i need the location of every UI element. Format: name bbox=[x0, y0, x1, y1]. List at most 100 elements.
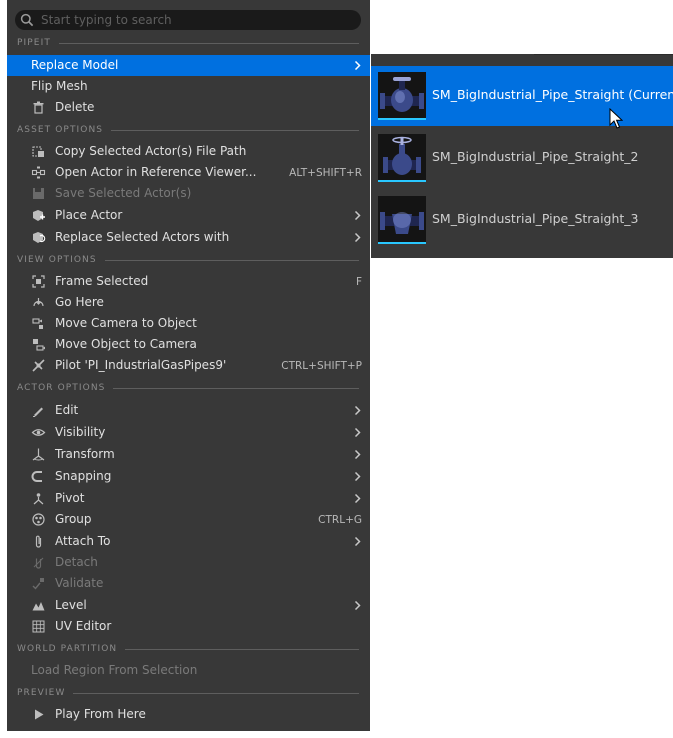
model-option-sm-bigindustrial-pipe-straight-current[interactable]: SM_BigIndustrial_Pipe_Straight (Current) bbox=[371, 66, 673, 126]
menu-item-replace-selected-actors-with[interactable]: Replace Selected Actors with bbox=[7, 227, 370, 248]
section-label: VIEW OPTIONS bbox=[17, 255, 97, 265]
model-option-sm-bigindustrial-pipe-straight-2[interactable]: SM_BigIndustrial_Pipe_Straight_2 bbox=[371, 128, 673, 188]
section-header-view-options: VIEW OPTIONS bbox=[17, 254, 359, 266]
menu-item-label: Move Object to Camera bbox=[55, 337, 197, 351]
menu-item-move-object-to-camera[interactable]: Move Object to Camera bbox=[7, 334, 370, 355]
menu-item-group[interactable]: Group CTRL+G bbox=[7, 509, 370, 530]
chevron-right-icon bbox=[354, 471, 361, 482]
shortcut-label: CTRL+G bbox=[318, 514, 362, 526]
menu-item-attach-to[interactable]: Attach To bbox=[7, 531, 370, 552]
menu-item-label: Edit bbox=[55, 403, 79, 417]
model-option-label: SM_BigIndustrial_Pipe_Straight_3 bbox=[432, 211, 639, 226]
chevron-right-icon bbox=[354, 449, 361, 460]
chevron-right-icon bbox=[354, 210, 361, 221]
section-divider bbox=[125, 649, 359, 650]
menu-item-open-actor-in-reference-viewer[interactable]: Open Actor in Reference Viewer... ALT+SHI… bbox=[7, 162, 370, 183]
section-divider bbox=[104, 260, 359, 261]
object-to-camera-icon bbox=[33, 339, 45, 351]
search-input[interactable] bbox=[41, 10, 351, 30]
menu-item-label: Visibility bbox=[55, 425, 106, 439]
menu-item-label: Load Region From Selection bbox=[31, 663, 198, 677]
model-option-sm-bigindustrial-pipe-straight-3[interactable]: SM_BigIndustrial_Pipe_Straight_3 bbox=[371, 190, 673, 250]
section-label: WORLD PARTITION bbox=[17, 644, 118, 654]
search-icon bbox=[20, 13, 34, 27]
menu-item-pivot[interactable]: Pivot bbox=[7, 488, 370, 509]
section-divider bbox=[111, 130, 359, 131]
menu-item-label: Delete bbox=[55, 100, 95, 114]
save-icon bbox=[33, 188, 44, 199]
chevron-right-icon bbox=[354, 536, 361, 547]
transform-icon bbox=[32, 448, 45, 461]
menu-item-flip-mesh[interactable]: Flip Mesh bbox=[7, 76, 370, 97]
menu-item-label: Group bbox=[55, 512, 92, 526]
edit-icon bbox=[33, 407, 43, 417]
menu-item-pilot-pi-industrialgaspipes9[interactable]: Pilot 'PI_IndustrialGasPipes9' CTRL+SHIFT… bbox=[7, 355, 370, 376]
menu-item-load-region-from-selection: Load Region From Selection bbox=[7, 660, 370, 681]
menu-item-label: Attach To bbox=[55, 534, 111, 548]
section-divider bbox=[113, 388, 359, 389]
menu-item-play-from-here[interactable]: Play From Here bbox=[7, 704, 370, 725]
menu-item-copy-selected-actor-s-file-path[interactable]: Copy Selected Actor(s) File Path bbox=[7, 141, 370, 162]
menu-item-level[interactable]: Level bbox=[7, 595, 370, 616]
chevron-right-icon bbox=[354, 405, 361, 416]
place-actor-icon bbox=[33, 210, 45, 221]
section-header-world-partition: WORLD PARTITION bbox=[17, 643, 359, 655]
section-header-actor-options: ACTOR OPTIONS bbox=[17, 382, 359, 394]
thumbnail-underline bbox=[378, 118, 426, 120]
menu-item-label: Go Here bbox=[55, 295, 104, 309]
menu-item-replace-model[interactable]: Replace Model bbox=[7, 55, 370, 76]
menu-item-delete[interactable]: Delete bbox=[7, 97, 370, 118]
section-label: PIPEIT bbox=[17, 38, 51, 48]
section-header-preview: PREVIEW bbox=[17, 687, 359, 699]
shortcut-label: ALT+SHIFT+R bbox=[289, 167, 362, 179]
trash-icon bbox=[33, 101, 44, 114]
menu-item-label: Copy Selected Actor(s) File Path bbox=[55, 144, 247, 158]
menu-item-label: Replace Model bbox=[31, 58, 119, 72]
replace-actor-icon bbox=[33, 232, 46, 243]
chevron-right-icon bbox=[354, 427, 361, 438]
menu-item-label: Transform bbox=[55, 447, 115, 461]
validate-icon bbox=[32, 578, 44, 590]
menu-item-label: UV Editor bbox=[55, 619, 112, 633]
section-divider bbox=[73, 693, 359, 694]
menu-item-edit[interactable]: Edit bbox=[7, 400, 370, 421]
menu-item-save-selected-actor-s: Save Selected Actor(s) bbox=[7, 183, 370, 204]
section-label: PREVIEW bbox=[17, 688, 66, 698]
menu-item-label: Save Selected Actor(s) bbox=[55, 186, 192, 200]
shortcut-label: F bbox=[355, 276, 362, 288]
pilot-icon bbox=[32, 359, 45, 372]
menu-item-label: Pivot bbox=[55, 491, 85, 505]
menu-item-label: Frame Selected bbox=[55, 274, 149, 288]
chevron-right-icon bbox=[354, 493, 361, 504]
section-header-pipeit: PIPEIT bbox=[17, 37, 359, 49]
menu-item-label: Flip Mesh bbox=[31, 79, 88, 93]
search-box[interactable] bbox=[15, 10, 361, 30]
uv-grid-icon bbox=[32, 620, 45, 633]
menu-item-move-camera-to-object[interactable]: Move Camera to Object bbox=[7, 313, 370, 334]
copy-path-icon bbox=[32, 146, 44, 157]
submenu-top-border bbox=[534, 54, 673, 55]
reference-viewer-icon bbox=[31, 166, 46, 179]
menu-item-frame-selected[interactable]: Frame Selected F bbox=[7, 271, 370, 292]
mouse-cursor-icon bbox=[609, 108, 623, 129]
model-option-label: SM_BigIndustrial_Pipe_Straight (Current) bbox=[432, 87, 673, 102]
eye-icon bbox=[31, 429, 46, 436]
magnet-icon bbox=[31, 471, 42, 482]
menu-item-label: Play From Here bbox=[55, 707, 146, 721]
menu-item-visibility[interactable]: Visibility bbox=[7, 422, 370, 443]
model-option-label: SM_BigIndustrial_Pipe_Straight_2 bbox=[432, 149, 639, 164]
menu-item-snapping[interactable]: Snapping bbox=[7, 466, 370, 487]
chevron-right-icon bbox=[354, 600, 361, 611]
menu-item-label: Replace Selected Actors with bbox=[55, 230, 230, 244]
menu-item-uv-editor[interactable]: UV Editor bbox=[7, 616, 370, 637]
chevron-right-icon bbox=[354, 232, 361, 243]
menu-item-place-actor[interactable]: Place Actor bbox=[7, 205, 370, 226]
valve-thumbnail-image bbox=[378, 196, 426, 244]
context-menu: PIPEIT Replace Model Flip Mesh Delete ASSET … bbox=[7, 0, 370, 731]
menu-item-label: Level bbox=[55, 598, 87, 612]
menu-item-transform[interactable]: Transform bbox=[7, 444, 370, 465]
camera-to-object-icon bbox=[32, 318, 43, 329]
menu-item-go-here[interactable]: Go Here bbox=[7, 292, 370, 313]
chevron-right-icon bbox=[354, 60, 361, 71]
section-header-asset-options: ASSET OPTIONS bbox=[17, 124, 359, 136]
